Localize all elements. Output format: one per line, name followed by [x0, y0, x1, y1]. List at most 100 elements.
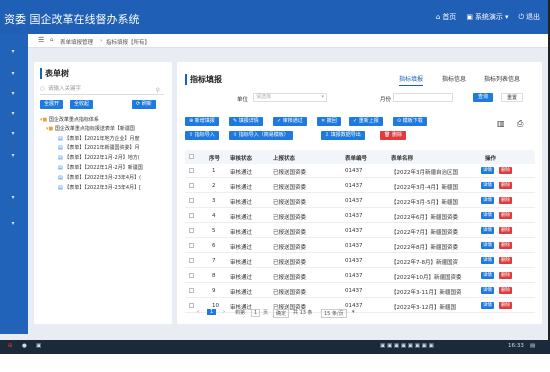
row-checkbox[interactable] [189, 228, 194, 233]
home-link[interactable]: ⌂ 首页 [436, 12, 456, 22]
app-icon[interactable]: ● [22, 343, 27, 349]
row-checkbox[interactable] [189, 198, 194, 203]
table-row[interactable]: 9 审核通过 已报送国资委 01437 【2022年3-11月】新疆国资 详情 删除 [185, 284, 535, 298]
row-delete-button[interactable]: 删除 [499, 302, 512, 309]
nav-item-7[interactable]: ▾ [8, 194, 18, 202]
select-all-checkbox[interactable] [189, 154, 194, 159]
row-checkbox[interactable] [189, 168, 194, 173]
resubmit-button[interactable]: ✓ 重新上报 [349, 117, 383, 126]
logout-link[interactable]: ⏻ 退出 [518, 12, 540, 22]
row-checkbox[interactable] [189, 243, 194, 248]
query-button[interactable]: 查询 [473, 93, 494, 102]
detail-button[interactable]: 详情 [481, 182, 494, 189]
row-delete-button[interactable]: 删除 [499, 272, 512, 279]
page-size-select[interactable]: 15 条/页 [321, 309, 347, 318]
tree-leaf[interactable]: ▤ 【表单】【2021年新疆国资委】月 [58, 144, 140, 151]
tree-node-child[interactable]: ▾■ 国企改革重点指标报送表单【新疆国 [46, 125, 135, 132]
prev-page-icon[interactable]: ‹ [197, 309, 199, 315]
month-input[interactable] [393, 93, 453, 102]
report-status: 已报送国资委 [273, 245, 307, 251]
expand-all-button[interactable]: 全展开 [40, 100, 64, 109]
detail-button[interactable]: 详情 [481, 167, 494, 174]
collapse-all-button[interactable]: 全收起 [70, 100, 94, 109]
row-delete-button[interactable]: 删除 [499, 257, 512, 264]
simple-import-button[interactable]: ⇪ 指标导入（简易模板） [229, 131, 293, 140]
form-name: 【2022年8月】新疆国资委 [391, 245, 458, 251]
columns-icon[interactable]: ▥ [497, 119, 505, 128]
row-delete-button[interactable]: 删除 [499, 227, 512, 234]
report-status: 已报送国资委 [273, 275, 307, 281]
goto-confirm-button[interactable]: 确定 [273, 309, 290, 318]
row-checkbox[interactable] [189, 288, 194, 293]
table-row[interactable]: 5 审核通过 已报送国资委 01437 【2022年7月】新疆国资委 详情 删除 [185, 224, 535, 238]
tab-indicator-info[interactable]: 指标信息 [442, 74, 466, 83]
breadcrumb-item-1[interactable]: 表单填报管理 [60, 38, 93, 46]
detail-button[interactable]: 详情 [481, 272, 494, 279]
nav-item-1[interactable]: ▾ [8, 48, 18, 56]
table-row[interactable]: 6 审核通过 已报送国资委 01437 【2022年8月】新疆国资委 详情 删除 [185, 239, 535, 253]
menu-toggle-icon[interactable]: ☰ [38, 36, 44, 44]
unit-select[interactable]: 请选择 ▾ [253, 93, 327, 102]
add-fill-button[interactable]: ⊕ 新增填报 [185, 117, 219, 126]
page-number[interactable]: 1 [207, 309, 217, 315]
tree-search-input[interactable]: ○ 请输入关键字 ⚲ [40, 84, 164, 95]
goto-page-input[interactable]: 1 [251, 309, 261, 317]
template-download-button[interactable]: ⊙ 模板下载 [393, 117, 427, 126]
tab-indicator-fill[interactable]: 指标填报 [399, 74, 424, 86]
row-delete-button[interactable]: 删除 [499, 167, 512, 174]
row-checkbox[interactable] [189, 258, 194, 263]
detail-button[interactable]: 详情 [481, 287, 494, 294]
nav-item-6[interactable]: ▾ [8, 152, 18, 160]
notification-icon[interactable]: ▤ [530, 343, 535, 349]
detail-button[interactable]: 详情 [481, 197, 494, 204]
detail-button[interactable]: 详情 [481, 242, 494, 249]
export-button[interactable]: ⇩ 填报数据导出 [321, 131, 365, 140]
table-row[interactable]: 8 审核通过 已报送国资委 01437 【2022年10月】新疆国资委 详情 删除 [185, 269, 535, 283]
detail-button[interactable]: 详情 [481, 212, 494, 219]
table-row[interactable]: 2 审核通过 已报送国资委 01437 【2022年3月-4月】新疆国 详情 删除 [185, 179, 535, 193]
table-row[interactable]: 1 审核通过 已报送国资委 01437 【2022年3月新疆自治区国 详情 删除 [185, 164, 535, 178]
tree-leaf[interactable]: ▤ 【表单】【2021年地方企业】月度 [58, 135, 140, 142]
fill-detail-button[interactable]: ✎ 填报详情 [229, 117, 263, 126]
search-icon[interactable]: ⚲ [156, 85, 160, 96]
table-row[interactable]: 7 审核通过 已报送国资委 01437 【2022年7-8月】新疆国资 详情 删除 [185, 254, 535, 268]
reset-button[interactable]: 重置 [501, 93, 524, 102]
row-delete-button[interactable]: 删除 [499, 242, 512, 249]
withdraw-button[interactable]: ✕ 撤回 [317, 117, 341, 126]
nav-item-8[interactable]: ▾ [8, 220, 18, 228]
delete-button[interactable]: 🗑 删除 [380, 131, 406, 140]
row-delete-button[interactable]: 删除 [499, 212, 512, 219]
tree-leaf[interactable]: ▤ 【表单】【2022年3月-23年4月】( [58, 174, 141, 181]
tree-leaf[interactable]: ▤ 【表单】【2022年1月-2月】地方( [58, 154, 140, 161]
approve-button[interactable]: ✓ 审核通过 [273, 117, 307, 126]
nav-item-2[interactable]: ▾ [8, 70, 18, 78]
row-checkbox[interactable] [189, 273, 194, 278]
row-checkbox[interactable] [189, 303, 194, 308]
row-delete-button[interactable]: 删除 [499, 182, 512, 189]
user-menu[interactable]: ▣ 系统演示 ▾ [466, 12, 508, 22]
indicator-import-button[interactable]: ⇪ 指标导入 [185, 131, 219, 140]
detail-button[interactable]: 详情 [481, 302, 494, 309]
row-checkbox[interactable] [189, 183, 194, 188]
row-delete-button[interactable]: 删除 [499, 287, 512, 294]
app-icon[interactable]: ▣ [36, 343, 41, 349]
refresh-button[interactable]: ⟳ 刷新 [132, 100, 156, 109]
tree-leaf[interactable]: ▤ 【表单】【2022年3月-23年4月】[ [58, 184, 141, 191]
row-delete-button[interactable]: 删除 [499, 197, 512, 204]
nav-item-4[interactable]: ▾ [8, 110, 18, 118]
table-row[interactable]: 3 审核通过 已报送国资委 01437 【2022年3月-5月】新疆国 详情 删除 [185, 194, 535, 208]
detail-button[interactable]: 详情 [481, 227, 494, 234]
chevron-down-icon: ▾ [504, 13, 509, 21]
tab-indicator-list[interactable]: 指标列表信息 [484, 74, 520, 83]
detail-button[interactable]: 详情 [481, 257, 494, 264]
table-row[interactable]: 4 审核通过 已报送国资委 01437 【2022年6月】新疆国资委 详情 删除 [185, 209, 535, 223]
row-checkbox[interactable] [189, 213, 194, 218]
tree-leaf[interactable]: ▤ 【表单】【2022年1月-2月】新疆国 [58, 164, 143, 171]
nav-item-3[interactable]: ▾ [8, 90, 18, 98]
tree-node-root[interactable]: ▾■ 国企改革重点指标体系 [40, 116, 99, 123]
start-icon[interactable]: ⊞ [8, 343, 13, 349]
next-page-icon[interactable]: › [223, 309, 225, 315]
nav-item-5[interactable]: ▾ [8, 130, 18, 138]
print-icon[interactable]: ⎙ [517, 119, 523, 129]
home-crumb-icon[interactable]: ⌂ [50, 37, 54, 43]
